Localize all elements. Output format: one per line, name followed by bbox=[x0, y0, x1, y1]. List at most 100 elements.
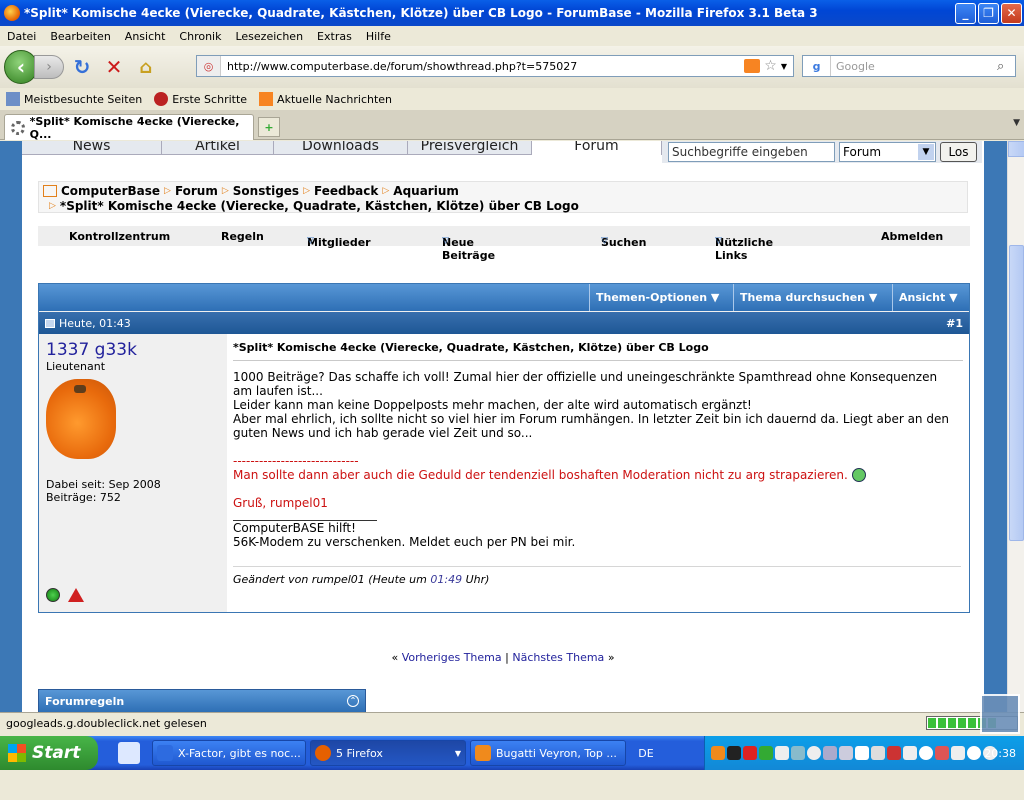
forward-button[interactable]: › bbox=[34, 55, 64, 79]
bookmark-label: Erste Schritte bbox=[172, 92, 248, 106]
tray-search-icon[interactable] bbox=[855, 746, 869, 760]
rss-feed-icon[interactable] bbox=[744, 59, 761, 73]
avatar-stem bbox=[74, 385, 86, 393]
link-abmelden[interactable]: Abmelden bbox=[881, 230, 943, 243]
task-firefox[interactable]: 5 Firefox ▼ bbox=[310, 740, 466, 766]
bookmark-meistbesuchte[interactable]: Meistbesuchte Seiten bbox=[6, 92, 142, 106]
tray-app-icon[interactable] bbox=[967, 746, 981, 760]
download-overlay-icon[interactable] bbox=[980, 694, 1020, 734]
site-identity-icon[interactable]: ◎ bbox=[197, 56, 221, 76]
separator: | bbox=[505, 651, 509, 664]
breadcrumb-sonstiges[interactable]: Sonstiges bbox=[233, 184, 299, 198]
url-text[interactable]: http://www.computerbase.de/forum/showthr… bbox=[221, 60, 744, 73]
home-icon[interactable]: ⌂ bbox=[132, 53, 160, 81]
menu-bearbeiten[interactable]: Bearbeiten bbox=[43, 30, 117, 43]
menu-chronik[interactable]: Chronik bbox=[172, 30, 228, 43]
back-button[interactable]: ‹ bbox=[4, 50, 38, 84]
tab-downloads[interactable]: Downloads bbox=[274, 141, 408, 155]
menu-datei[interactable]: Datei bbox=[0, 30, 43, 43]
thread-navigation: « Vorheriges Thema | Nächstes Thema » bbox=[22, 651, 984, 664]
tab-preisvergleich[interactable]: Preisvergleich bbox=[408, 141, 532, 155]
bookmark-star-icon[interactable]: ☆ bbox=[764, 58, 777, 74]
url-dropdown-icon[interactable]: ▼ bbox=[781, 62, 787, 71]
tray-app-icon[interactable] bbox=[919, 746, 933, 760]
tab-list-dropdown-icon[interactable]: ▼ bbox=[1013, 118, 1020, 128]
menu-extras[interactable]: Extras bbox=[310, 30, 359, 43]
maximize-button[interactable]: ❐ bbox=[978, 2, 999, 24]
tray-app-icon[interactable] bbox=[759, 746, 773, 760]
search-scope-select[interactable]: Forum ▼ bbox=[839, 142, 936, 162]
tray-volume-icon[interactable] bbox=[903, 746, 917, 760]
scroll-thumb[interactable] bbox=[1009, 245, 1024, 541]
report-post-icon[interactable] bbox=[68, 588, 84, 602]
language-indicator[interactable]: DE bbox=[626, 747, 666, 760]
tab-news[interactable]: News bbox=[22, 141, 162, 155]
collapse-icon[interactable]: ⌃ bbox=[347, 695, 359, 707]
ansicht-button[interactable]: Ansicht ▼ bbox=[892, 284, 969, 311]
search-input[interactable]: Google bbox=[831, 60, 997, 73]
breadcrumb-arrow-icon: ▷ bbox=[221, 185, 229, 196]
folder-icon bbox=[6, 92, 20, 106]
menu-hilfe[interactable]: Hilfe bbox=[359, 30, 398, 43]
google-engine-icon[interactable]: g bbox=[803, 56, 831, 76]
tray-app-icon[interactable] bbox=[775, 746, 789, 760]
tab-forum[interactable]: Forum bbox=[532, 141, 662, 155]
post-number[interactable]: #1 bbox=[946, 317, 963, 330]
site-search-input[interactable]: Suchbegriffe eingeben bbox=[668, 142, 835, 162]
link-regeln[interactable]: Regeln bbox=[221, 230, 264, 243]
task-xfactor[interactable]: X-Factor, gibt es noc... bbox=[152, 740, 306, 766]
close-button[interactable]: ✕ bbox=[1001, 2, 1022, 24]
scroll-up-button[interactable] bbox=[1008, 141, 1024, 157]
post-text: 1000 Beiträge? Das schaffe ich voll! Zum… bbox=[233, 370, 938, 398]
home-icon[interactable] bbox=[43, 184, 57, 197]
tray-app-icon[interactable] bbox=[807, 746, 821, 760]
breadcrumb-forum[interactable]: Forum bbox=[175, 184, 218, 198]
forum-rules-header[interactable]: Forumregeln ⌃ bbox=[38, 689, 366, 712]
breadcrumb-computerbase[interactable]: ComputerBase bbox=[61, 184, 160, 198]
tray-app-icon[interactable] bbox=[791, 746, 805, 760]
tray-network-icon[interactable] bbox=[871, 746, 885, 760]
next-quote-icon: » bbox=[607, 651, 615, 664]
clock[interactable]: 20:38 bbox=[984, 747, 1016, 760]
stop-icon[interactable]: ✕ bbox=[100, 53, 128, 81]
thread-options-bar: Themen-Optionen ▼ Thema durchsuchen ▼ An… bbox=[39, 284, 969, 311]
chevron-down-icon[interactable]: ▼ bbox=[918, 144, 934, 160]
group-dropdown-icon[interactable]: ▼ bbox=[455, 749, 461, 758]
user-joined: Dabei seit: Sep 2008 bbox=[46, 478, 161, 491]
quicklaunch-icon[interactable] bbox=[118, 742, 140, 764]
tray-app-icon[interactable] bbox=[839, 746, 853, 760]
thema-durchsuchen-button[interactable]: Thema durchsuchen ▼ bbox=[733, 284, 892, 311]
next-thread-link[interactable]: Nächstes Thema bbox=[512, 651, 604, 664]
start-button[interactable]: Start bbox=[0, 736, 98, 770]
tray-app-icon[interactable] bbox=[935, 746, 949, 760]
search-bar[interactable]: g Google ⌕ bbox=[802, 55, 1016, 77]
new-tab-button[interactable]: + bbox=[258, 117, 280, 137]
tab-current[interactable]: *Split* Komische 4ecke (Vierecke, Q... bbox=[4, 114, 254, 141]
previous-thread-link[interactable]: Vorheriges Thema bbox=[402, 651, 502, 664]
tray-app-icon[interactable] bbox=[887, 746, 901, 760]
menu-lesezeichen[interactable]: Lesezeichen bbox=[228, 30, 310, 43]
tray-app-icon[interactable] bbox=[823, 746, 837, 760]
firefox-icon bbox=[315, 745, 331, 761]
breadcrumb-feedback[interactable]: Feedback bbox=[314, 184, 378, 198]
breadcrumb-aquarium[interactable]: Aquarium bbox=[393, 184, 459, 198]
bookmark-aktuelle-nachrichten[interactable]: Aktuelle Nachrichten bbox=[259, 92, 392, 106]
bookmark-label: Aktuelle Nachrichten bbox=[277, 92, 393, 106]
tray-app-icon[interactable] bbox=[743, 746, 757, 760]
url-bar[interactable]: ◎ http://www.computerbase.de/forum/showt… bbox=[196, 55, 794, 77]
tab-artikel[interactable]: Artikel bbox=[162, 141, 274, 155]
vertical-scrollbar[interactable] bbox=[1007, 141, 1024, 712]
bookmark-erste-schritte[interactable]: Erste Schritte bbox=[154, 92, 247, 106]
username[interactable]: 1337 g33k bbox=[46, 340, 137, 360]
link-kontrollzentrum[interactable]: Kontrollzentrum bbox=[69, 230, 170, 243]
search-icon[interactable]: ⌕ bbox=[997, 59, 1015, 74]
tray-app-icon[interactable] bbox=[727, 746, 741, 760]
reload-icon[interactable]: ↻ bbox=[68, 53, 96, 81]
minimize-button[interactable]: _ bbox=[955, 2, 976, 24]
tray-vlc-icon[interactable] bbox=[711, 746, 725, 760]
search-go-button[interactable]: Los bbox=[940, 142, 977, 162]
tray-app-icon[interactable] bbox=[951, 746, 965, 760]
task-bugatti[interactable]: Bugatti Veyron, Top ... bbox=[470, 740, 626, 766]
themen-optionen-button[interactable]: Themen-Optionen ▼ bbox=[589, 284, 733, 311]
menu-ansicht[interactable]: Ansicht bbox=[118, 30, 173, 43]
